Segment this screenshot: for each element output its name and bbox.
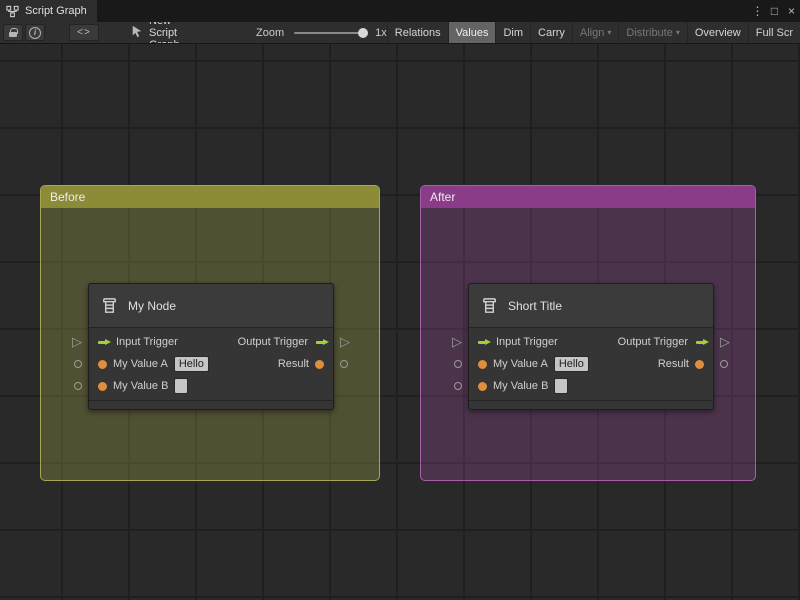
node-body: Input Trigger Output Trigger My Value A …: [89, 328, 333, 400]
trigger-row: Input Trigger Output Trigger: [89, 331, 333, 353]
trigger-arrow-icon: [98, 338, 111, 345]
input-trigger-port[interactable]: Input Trigger: [98, 336, 178, 348]
title-bar: Script Graph ⋮ □ ×: [0, 0, 800, 22]
value-b-port[interactable]: My Value B: [98, 378, 189, 394]
node-footer: [89, 400, 333, 409]
output-trigger-port[interactable]: Output Trigger: [237, 336, 329, 348]
graph-title[interactable]: New Script Graph: [149, 22, 198, 43]
zoom-value: 1x: [375, 26, 387, 39]
node-title: My Node: [128, 298, 177, 313]
node-my-node[interactable]: My Node Input Trigger Output Trigger My …: [72, 283, 350, 410]
value-port-icon: [98, 359, 107, 369]
value-a-input[interactable]: Hello: [553, 356, 589, 372]
trigger-arrow-icon: [696, 338, 709, 345]
script-graph-icon: [6, 5, 19, 18]
result-port[interactable]: Result: [278, 358, 324, 370]
distribute-dropdown[interactable]: Distribute ▾: [618, 22, 686, 43]
close-icon[interactable]: ×: [783, 0, 800, 22]
trigger-row: Input Trigger Output Trigger: [469, 331, 713, 353]
result-label: Result: [277, 358, 309, 370]
value-port-icon: [478, 381, 487, 391]
outer-result-port[interactable]: [340, 360, 348, 368]
output-trigger-label: Output Trigger: [237, 336, 308, 348]
pointer-icon: [131, 25, 143, 41]
value-b-row: My Value B: [469, 375, 713, 397]
outer-value-b-port[interactable]: [454, 382, 462, 390]
code-icon: <>: [77, 27, 91, 38]
value-b-input[interactable]: [174, 378, 189, 394]
group-title: After: [430, 190, 456, 204]
output-trigger-label: Output Trigger: [617, 336, 688, 348]
value-b-label: My Value B: [113, 380, 169, 392]
maximize-icon[interactable]: □: [766, 0, 783, 22]
outer-value-a-port[interactable]: [74, 360, 82, 368]
lock-button[interactable]: [3, 24, 23, 41]
node-header[interactable]: Short Title: [469, 284, 713, 328]
outer-result-port[interactable]: [720, 360, 728, 368]
outer-output-trigger-port[interactable]: ▷: [340, 335, 350, 349]
value-port-icon: [478, 359, 487, 369]
value-b-label: My Value B: [493, 380, 549, 392]
zoom-slider[interactable]: [294, 27, 369, 38]
value-port-icon: [695, 359, 704, 369]
zoom-label: Zoom: [256, 26, 285, 39]
result-label: Result: [657, 358, 689, 370]
zoom-slider-knob[interactable]: [358, 27, 369, 38]
node-footer: [469, 400, 713, 409]
node-title: Short Title: [508, 298, 563, 313]
trigger-arrow-icon: [478, 338, 491, 345]
value-a-label: My Value A: [493, 358, 548, 370]
unit-icon: [480, 296, 499, 315]
value-a-row: My Value A Hello Result: [469, 353, 713, 375]
value-b-port[interactable]: My Value B: [478, 378, 569, 394]
chevron-down-icon: ▾: [607, 28, 612, 37]
value-b-row: My Value B: [89, 375, 333, 397]
node-body: Input Trigger Output Trigger My Value A …: [469, 328, 713, 400]
group-title: Before: [50, 190, 86, 204]
unit-icon: [100, 296, 119, 315]
info-button[interactable]: i: [25, 24, 45, 41]
result-port[interactable]: Result: [658, 358, 704, 370]
overview-button[interactable]: Overview: [686, 22, 748, 43]
outer-input-trigger-port[interactable]: ▷: [72, 335, 82, 349]
value-a-port[interactable]: My Value A Hello: [98, 356, 209, 372]
value-port-icon: [98, 381, 107, 391]
carry-button[interactable]: Carry: [530, 22, 572, 43]
chevron-down-icon: ▾: [675, 28, 680, 37]
input-trigger-label: Input Trigger: [116, 336, 178, 348]
outer-value-a-port[interactable]: [454, 360, 462, 368]
value-port-icon: [315, 359, 324, 369]
align-dropdown[interactable]: Align ▾: [571, 22, 618, 43]
input-trigger-port[interactable]: Input Trigger: [478, 336, 558, 348]
fullscreen-button[interactable]: Full Scr: [747, 22, 800, 43]
graph-canvas[interactable]: Before My Node Input Trigger Output Trig…: [0, 44, 800, 600]
value-a-input[interactable]: Hello: [173, 356, 209, 372]
relations-button[interactable]: Relations: [386, 22, 448, 43]
titlebar-spacer: [97, 0, 749, 22]
outer-input-trigger-port[interactable]: ▷: [452, 335, 462, 349]
outer-output-trigger-port[interactable]: ▷: [720, 335, 730, 349]
node-header[interactable]: My Node: [89, 284, 333, 328]
window-menu-icon[interactable]: ⋮: [749, 0, 766, 22]
group-header[interactable]: After: [421, 186, 755, 208]
value-a-row: My Value A Hello Result: [89, 353, 333, 375]
info-icon: i: [29, 26, 41, 39]
trigger-arrow-icon: [316, 338, 329, 345]
values-button[interactable]: Values: [447, 22, 496, 43]
value-a-label: My Value A: [113, 358, 168, 370]
value-b-input[interactable]: [554, 378, 569, 394]
group-header[interactable]: Before: [41, 186, 379, 208]
outer-value-b-port[interactable]: [74, 382, 82, 390]
output-trigger-port[interactable]: Output Trigger: [617, 336, 709, 348]
tab-script-graph[interactable]: Script Graph: [0, 0, 97, 22]
input-trigger-label: Input Trigger: [496, 336, 558, 348]
lock-icon: [9, 28, 18, 37]
code-view-button[interactable]: <>: [69, 24, 99, 41]
toolbar: i <> New Script Graph Zoom 1x Relations …: [0, 22, 800, 44]
value-a-port[interactable]: My Value A Hello: [478, 356, 589, 372]
toolbar-buttons: Relations Values Dim Carry Align ▾ Distr…: [386, 22, 800, 43]
node-short-title[interactable]: Short Title Input Trigger Output Trigger…: [452, 283, 730, 410]
tab-label: Script Graph: [25, 5, 87, 17]
dim-button[interactable]: Dim: [495, 22, 530, 43]
